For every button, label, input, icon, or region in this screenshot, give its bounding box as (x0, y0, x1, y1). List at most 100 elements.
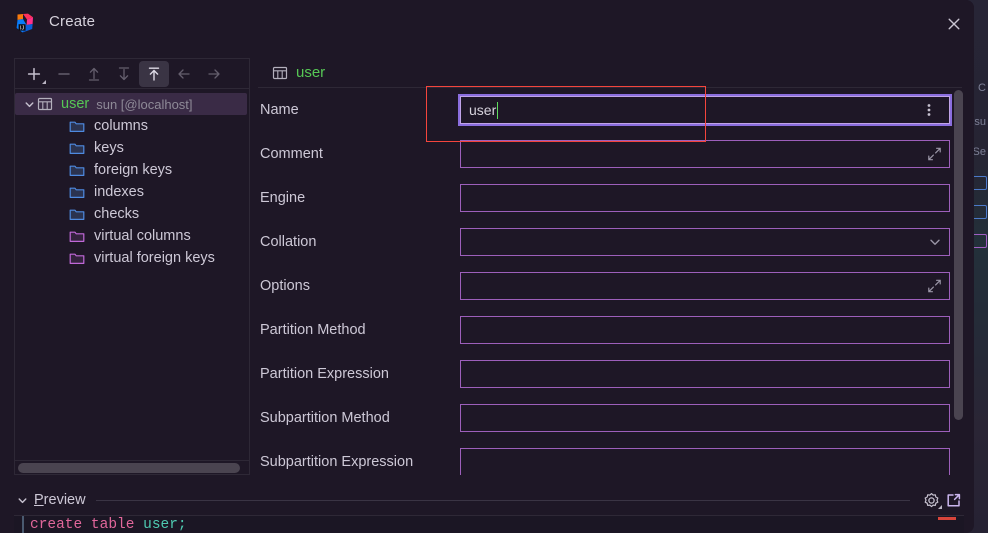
form-header: user (258, 58, 962, 88)
tree-node-subtitle: sun [@localhost] (96, 96, 193, 112)
object-tree: user sun [@localhost] columns keys forei… (15, 89, 249, 462)
comment-input[interactable] (460, 140, 950, 168)
sql-keyword: create table (30, 517, 144, 533)
move-to-top-button[interactable] (139, 60, 169, 87)
move-up-button[interactable] (79, 61, 109, 87)
tree-toolbar (15, 59, 249, 89)
folder-icon (69, 163, 87, 178)
form-row-subpartition-method: Subpartition Method (258, 396, 968, 440)
field-label-comment: Comment (260, 146, 323, 162)
tree-node-user[interactable]: user sun [@localhost] (15, 93, 247, 115)
field-label-partition-expression: Partition Expression (260, 366, 389, 382)
table-properties-form: user Name user Comment Engine Collation … (258, 58, 968, 475)
form-row-partition-method: Partition Method (258, 308, 968, 352)
name-input[interactable]: user (460, 96, 950, 124)
tree-node-label: virtual columns (94, 228, 191, 244)
preview-label[interactable]: Preview (34, 492, 86, 508)
form-row-subpartition-expression: Subpartition Expression (258, 440, 968, 475)
expand-icon[interactable] (927, 279, 942, 294)
remove-button[interactable] (49, 61, 79, 87)
background-text-fragment: su (974, 116, 986, 128)
preview-label-rest: review (43, 492, 86, 508)
folder-icon (69, 207, 87, 222)
form-vertical-scrollbar[interactable] (953, 90, 964, 442)
dialog-titlebar: IJ Create (0, 0, 974, 47)
tree-node-indexes[interactable]: indexes (15, 181, 249, 203)
tree-node-columns[interactable]: columns (15, 115, 249, 137)
folder-icon (69, 229, 87, 244)
create-table-dialog: IJ Create user sun [@localhost] columns … (0, 0, 974, 533)
form-row-collation: Collation (258, 220, 968, 264)
field-label-subpartition-method: Subpartition Method (260, 410, 390, 426)
name-input-value: user (469, 102, 497, 118)
form-row-comment: Comment (258, 132, 968, 176)
form-row-engine: Engine (258, 176, 968, 220)
form-row-partition-expression: Partition Expression (258, 352, 968, 396)
folder-icon (69, 141, 87, 156)
form-header-title: user (296, 64, 326, 81)
chevron-down-icon[interactable] (928, 235, 942, 249)
options-input[interactable] (460, 272, 950, 300)
partition-method-input[interactable] (460, 316, 950, 344)
sql-identifier: user; (143, 517, 187, 533)
tree-horizontal-scrollbar[interactable] (15, 460, 249, 474)
tree-node-foreign-keys[interactable]: foreign keys (15, 159, 249, 181)
form-row-name: Name user (258, 88, 968, 132)
tree-node-label: user (61, 96, 90, 112)
field-label-engine: Engine (260, 190, 306, 206)
editor-gutter (22, 516, 24, 533)
svg-text:IJ: IJ (20, 25, 24, 31)
object-tree-panel: user sun [@localhost] columns keys forei… (14, 58, 250, 475)
partition-expression-input[interactable] (460, 360, 950, 388)
field-label-subpartition-expression: Subpartition Expression (260, 454, 414, 470)
subpartition-expression-input[interactable] (460, 448, 950, 475)
folder-icon (69, 119, 87, 134)
folder-icon (69, 185, 87, 200)
error-stripe-marker (938, 517, 956, 520)
sql-preview-code: create table user; (30, 517, 187, 533)
subpartition-method-input[interactable] (460, 404, 950, 432)
open-in-new-window-icon[interactable] (942, 489, 964, 511)
preview-label-mnemonic: P (34, 492, 44, 508)
tree-node-label: checks (94, 206, 140, 222)
table-icon (37, 96, 55, 112)
preview-section-header: Preview (14, 488, 964, 512)
tree-node-label: foreign keys (94, 162, 173, 178)
tree-node-virtual-foreign-keys[interactable]: virtual foreign keys (15, 247, 249, 269)
field-label-name: Name (260, 102, 299, 118)
field-label-options: Options (260, 278, 310, 294)
scrollbar-thumb[interactable] (954, 90, 963, 420)
folder-icon (69, 251, 87, 266)
tree-node-label: columns (94, 118, 148, 134)
field-label-collation: Collation (260, 234, 317, 250)
tree-node-checks[interactable]: checks (15, 203, 249, 225)
dialog-title: Create (49, 13, 96, 30)
engine-input[interactable] (460, 184, 950, 212)
forward-button[interactable] (199, 61, 229, 87)
dropdown-triangle-icon (42, 79, 46, 84)
gear-icon[interactable] (920, 489, 942, 511)
scrollbar-thumb[interactable] (18, 463, 240, 473)
intellij-idea-logo-icon: IJ (14, 12, 36, 34)
expand-icon[interactable] (927, 147, 942, 162)
more-vertical-icon[interactable] (918, 98, 940, 122)
chevron-down-icon[interactable] (21, 96, 37, 112)
preview-divider (95, 499, 910, 501)
sql-preview-editor[interactable]: create table user; (14, 515, 964, 533)
move-down-button[interactable] (109, 61, 139, 87)
form-row-options: Options (258, 264, 968, 308)
table-icon (272, 65, 288, 81)
tree-node-keys[interactable]: keys (15, 137, 249, 159)
back-button[interactable] (169, 61, 199, 87)
text-caret (497, 101, 499, 119)
field-label-partition-method: Partition Method (260, 322, 366, 338)
tree-node-virtual-columns[interactable]: virtual columns (15, 225, 249, 247)
form-rows: Name user Comment Engine Collation Optio… (258, 88, 968, 475)
add-button[interactable] (19, 61, 49, 87)
close-icon[interactable] (940, 10, 968, 38)
chevron-down-icon[interactable] (14, 492, 30, 508)
background-text-fragment: Se (972, 146, 986, 158)
tree-node-label: indexes (94, 184, 144, 200)
collation-combobox[interactable] (460, 228, 950, 256)
background-text-fragment: C (978, 82, 986, 94)
